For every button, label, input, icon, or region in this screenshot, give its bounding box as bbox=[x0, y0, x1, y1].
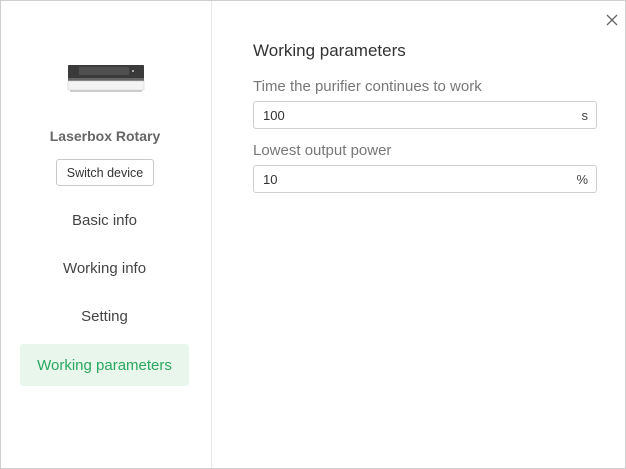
sidebar-item-setting[interactable]: Setting bbox=[20, 295, 189, 337]
purifier-time-field: s bbox=[253, 101, 597, 129]
lowest-output-power-field: % bbox=[253, 165, 597, 193]
sidebar: Laserbox Rotary Switch device Basic info… bbox=[1, 1, 212, 468]
sidebar-item-working-info[interactable]: Working info bbox=[20, 247, 189, 289]
switch-device-button[interactable]: Switch device bbox=[56, 159, 154, 186]
purifier-time-input[interactable] bbox=[263, 107, 582, 123]
purifier-time-unit: s bbox=[581, 107, 589, 123]
sidebar-item-working-parameters[interactable]: Working parameters bbox=[20, 344, 189, 386]
lowest-output-power-unit: % bbox=[576, 171, 588, 187]
close-icon bbox=[606, 14, 618, 26]
sidebar-item-basic-info[interactable]: Basic info bbox=[20, 199, 189, 241]
purifier-time-label: Time the purifier continues to work bbox=[253, 78, 482, 95]
working-parameters-window: Laserbox Rotary Switch device Basic info… bbox=[0, 0, 626, 469]
lowest-output-power-input[interactable] bbox=[263, 171, 577, 187]
close-button[interactable] bbox=[604, 12, 620, 28]
lowest-output-power-label: Lowest output power bbox=[253, 142, 392, 159]
laser-engraver-device-icon bbox=[67, 65, 145, 92]
page-title: Working parameters bbox=[253, 41, 406, 60]
device-name: Laserbox Rotary bbox=[49, 128, 161, 144]
